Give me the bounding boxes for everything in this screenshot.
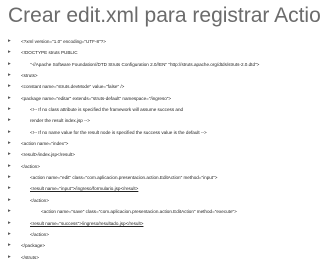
bullet-icon: ▸ bbox=[8, 49, 11, 56]
code-text: render the result index.jsp --> bbox=[30, 118, 90, 124]
code-line: ▸ <package name="editar" extends="struts-… bbox=[0, 93, 320, 104]
code-text: <struts> bbox=[21, 73, 38, 79]
code-line: ▸ </action> bbox=[0, 229, 320, 240]
code-line: ▸ </package> bbox=[0, 240, 320, 251]
code-text: <!DOCTYPE struts PUBLIC bbox=[21, 50, 78, 56]
bullet-icon: ▸ bbox=[8, 185, 11, 192]
bullet-icon: ▸ bbox=[8, 162, 11, 169]
slide: Crear edit.xml para registrar Action ▸ <?… bbox=[0, 0, 320, 260]
code-line: ▸ <result>/index.jsp</result> bbox=[0, 149, 320, 160]
bullet-icon: ▸ bbox=[8, 242, 11, 249]
code-text: <result name="input">/ingreso/formulario… bbox=[30, 186, 139, 192]
code-text: <?xml version="1.0" encoding="UTF-8"?> bbox=[21, 39, 106, 44]
code-line: ▸ <!-- If no name value for the result no… bbox=[0, 127, 320, 138]
code-line: ▸ </action> bbox=[0, 161, 320, 172]
code-line: ▸ <?xml version="1.0" encoding="UTF-8"?> bbox=[0, 36, 320, 47]
bullet-icon: ▸ bbox=[8, 128, 11, 135]
bullet-icon: ▸ bbox=[8, 106, 11, 113]
bullet-icon: ▸ bbox=[8, 196, 11, 203]
code-line: ▸ "-//Apache Software Foundation//DTD Str… bbox=[0, 59, 320, 70]
code-line: ▸ <action name="edit" class="com.aplicaci… bbox=[0, 172, 320, 183]
code-listing: ▸ <?xml version="1.0" encoding="UTF-8"?> ▸… bbox=[0, 36, 320, 263]
code-text: </action> bbox=[30, 197, 49, 203]
code-line: ▸ </struts> bbox=[0, 252, 320, 263]
code-line: ▸ <constant name="struts.devMode" value="… bbox=[0, 81, 320, 92]
code-text: "-//Apache Software Foundation//DTD Stru… bbox=[30, 61, 260, 67]
code-text: <result>/index.jsp</result> bbox=[21, 152, 75, 158]
bullet-icon: ▸ bbox=[8, 60, 11, 67]
bullet-icon: ▸ bbox=[8, 140, 11, 147]
bullet-icon: ▸ bbox=[8, 208, 11, 215]
code-text: <!-- If no class attribute is specified … bbox=[30, 107, 184, 113]
code-line: ▸ <!DOCTYPE struts PUBLIC bbox=[0, 47, 320, 58]
bullet-icon: ▸ bbox=[8, 174, 11, 181]
slide-title: Crear edit.xml para registrar Action bbox=[8, 4, 320, 27]
code-text: <constant name="struts.devMode" value="f… bbox=[21, 84, 125, 90]
bullet-icon: ▸ bbox=[8, 151, 11, 158]
bullet-icon: ▸ bbox=[8, 72, 11, 79]
code-line: ▸ <!-- If no class attribute is specified… bbox=[0, 104, 320, 115]
code-text: <action name="edit" class="com.aplicacio… bbox=[30, 175, 218, 181]
bullet-icon: ▸ bbox=[8, 219, 11, 226]
bullet-icon: ▸ bbox=[8, 83, 11, 90]
bullet-icon: ▸ bbox=[8, 94, 11, 101]
code-text: <action name="index"> bbox=[21, 141, 69, 147]
bullet-icon: ▸ bbox=[8, 117, 11, 124]
code-text: <!-- If no name value for the result nod… bbox=[30, 129, 207, 135]
code-text: </action> bbox=[21, 163, 40, 169]
bullet-icon: ▸ bbox=[8, 38, 11, 44]
code-line: ▸ render the result index.jsp --> bbox=[0, 115, 320, 126]
code-text: <action name="save" class="com.aplicacio… bbox=[41, 209, 237, 215]
code-text: </struts> bbox=[21, 254, 39, 260]
code-line: ▸ <action name="index"> bbox=[0, 138, 320, 149]
code-line: ▸ <result name="success">/ingreso/resulta… bbox=[0, 218, 320, 229]
code-line: ▸ <action name="save" class="com.aplicaci… bbox=[0, 206, 320, 217]
code-line: ▸ <result name="input">/ingreso/formulari… bbox=[0, 183, 320, 194]
code-text: </action> bbox=[30, 231, 49, 237]
code-text: <result name="success">/ingreso/resultad… bbox=[30, 220, 144, 226]
code-text: <package name="editar" extends="struts-d… bbox=[21, 95, 172, 101]
code-line: ▸ <struts> bbox=[0, 70, 320, 81]
code-line: ▸ </action> bbox=[0, 195, 320, 206]
bullet-icon: ▸ bbox=[8, 253, 11, 260]
code-text: </package> bbox=[21, 243, 46, 249]
bullet-icon: ▸ bbox=[8, 230, 11, 237]
